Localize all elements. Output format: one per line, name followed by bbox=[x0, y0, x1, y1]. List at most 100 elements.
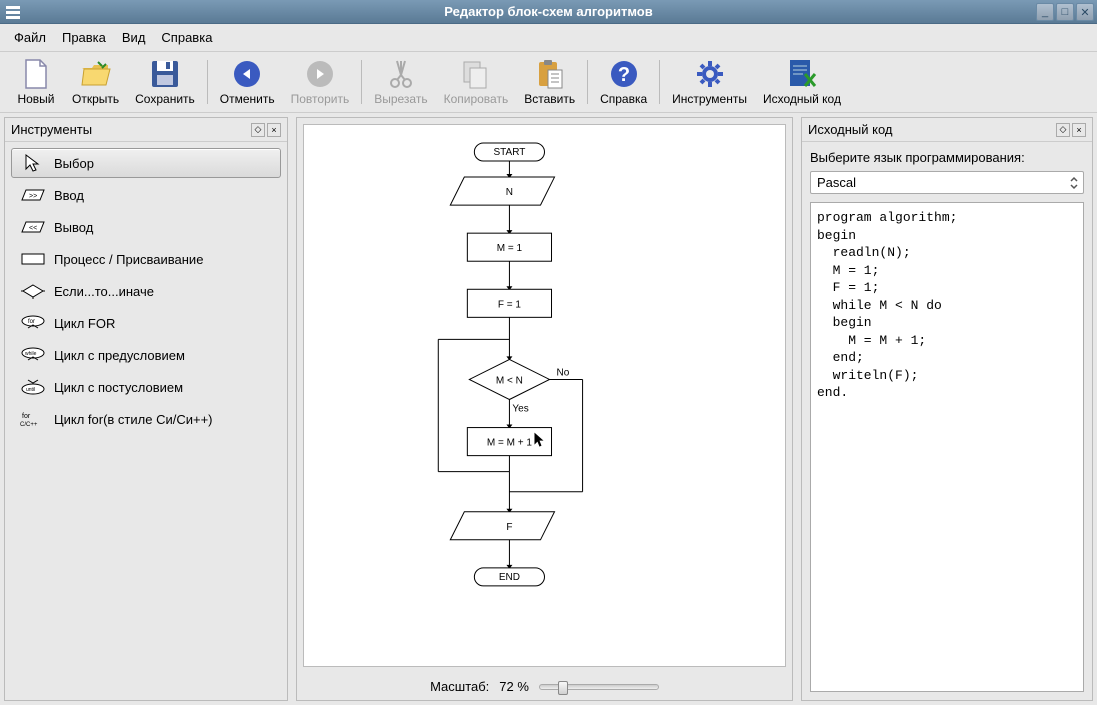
cut-button[interactable]: Вырезать bbox=[366, 56, 435, 108]
source-panel: Исходный код ◇ × Выберите язык программи… bbox=[801, 117, 1093, 701]
cursor-icon bbox=[20, 155, 46, 171]
gear-icon bbox=[694, 58, 726, 90]
toolbar-separator bbox=[659, 60, 660, 104]
zoom-value: 72 % bbox=[499, 679, 529, 694]
canvas-panel: START N M = 1 F = 1 M < N No Yes bbox=[296, 117, 793, 701]
tools-label: Инструменты bbox=[672, 92, 747, 106]
source-code-view[interactable]: program algorithm; begin readln(N); M = … bbox=[810, 202, 1084, 692]
new-label: Новый bbox=[17, 92, 54, 106]
svg-text:while: while bbox=[25, 351, 37, 357]
menubar: Файл Правка Вид Справка bbox=[0, 24, 1097, 52]
tool-input[interactable]: >> Ввод bbox=[11, 180, 281, 210]
window-title: Редактор блок-схем алгоритмов bbox=[444, 4, 652, 19]
svg-text:>>: >> bbox=[29, 193, 37, 200]
tool-while[interactable]: while Цикл с предусловием bbox=[11, 340, 281, 370]
undo-icon bbox=[231, 58, 263, 90]
scissors-icon bbox=[385, 58, 417, 90]
panel-detach-button[interactable]: ◇ bbox=[251, 123, 265, 137]
app-icon bbox=[4, 3, 22, 21]
panel-detach-button[interactable]: ◇ bbox=[1056, 123, 1070, 137]
redo-label: Повторить bbox=[291, 92, 350, 106]
menu-file[interactable]: Файл bbox=[8, 28, 52, 47]
paste-label: Вставить bbox=[524, 92, 575, 106]
tool-for[interactable]: for Цикл FOR bbox=[11, 308, 281, 338]
menu-view[interactable]: Вид bbox=[116, 28, 152, 47]
tool-ifelse[interactable]: Если...то...иначе bbox=[11, 276, 281, 306]
close-button[interactable]: ✕ bbox=[1076, 3, 1094, 21]
node-m1: M = 1 bbox=[497, 243, 523, 254]
lang-select[interactable]: Pascal bbox=[810, 171, 1084, 194]
parallelogram-in-icon: >> bbox=[20, 187, 46, 203]
toolbar: Новый Открыть Сохранить Отменить Повтори… bbox=[0, 52, 1097, 113]
label-no: No bbox=[557, 367, 570, 378]
tool-for-label: Цикл FOR bbox=[54, 316, 115, 331]
zoom-label: Масштаб: bbox=[430, 679, 489, 694]
node-end: END bbox=[499, 572, 520, 583]
tool-until[interactable]: until Цикл с постусловием bbox=[11, 372, 281, 402]
new-file-icon bbox=[20, 58, 52, 90]
tool-until-label: Цикл с постусловием bbox=[54, 380, 183, 395]
svg-text:until: until bbox=[26, 387, 35, 393]
open-folder-icon bbox=[80, 58, 112, 90]
tool-cfor[interactable]: for C/C++ Цикл for(в стиле Си/Си++) bbox=[11, 404, 281, 434]
tool-select-label: Выбор bbox=[54, 156, 94, 171]
toolbar-separator bbox=[587, 60, 588, 104]
parallelogram-out-icon: << bbox=[20, 219, 46, 235]
open-button[interactable]: Открыть bbox=[64, 56, 127, 108]
copy-label: Копировать bbox=[444, 92, 509, 106]
help-label: Справка bbox=[600, 92, 647, 106]
panel-close-button[interactable]: × bbox=[1072, 123, 1086, 137]
svg-text:?: ? bbox=[618, 64, 630, 86]
new-button[interactable]: Новый bbox=[8, 56, 64, 108]
undo-label: Отменить bbox=[220, 92, 275, 106]
source-button[interactable]: Исходный код bbox=[755, 56, 849, 108]
svg-text:C/C++: C/C++ bbox=[20, 422, 38, 428]
node-cond: M < N bbox=[496, 375, 523, 386]
maximize-button[interactable]: □ bbox=[1056, 3, 1074, 21]
panel-close-button[interactable]: × bbox=[267, 123, 281, 137]
copy-icon bbox=[460, 58, 492, 90]
source-label: Исходный код bbox=[763, 92, 841, 106]
menu-help[interactable]: Справка bbox=[155, 28, 218, 47]
svg-text:for: for bbox=[22, 413, 31, 420]
menu-edit[interactable]: Правка bbox=[56, 28, 112, 47]
lang-selected: Pascal bbox=[817, 175, 856, 190]
paste-button[interactable]: Вставить bbox=[516, 56, 583, 108]
source-panel-title: Исходный код bbox=[808, 122, 893, 137]
svg-text:<<: << bbox=[29, 225, 37, 232]
open-label: Открыть bbox=[72, 92, 119, 106]
node-mm1: M = M + 1 bbox=[487, 438, 533, 449]
tool-output[interactable]: << Вывод bbox=[11, 212, 281, 242]
paste-icon bbox=[534, 58, 566, 90]
tools-panel-title: Инструменты bbox=[11, 122, 92, 137]
tools-button[interactable]: Инструменты bbox=[664, 56, 755, 108]
tool-output-label: Вывод bbox=[54, 220, 93, 235]
help-button[interactable]: ? Справка bbox=[592, 56, 655, 108]
tools-panel-header: Инструменты ◇ × bbox=[5, 118, 287, 142]
redo-button[interactable]: Повторить bbox=[283, 56, 358, 108]
save-disk-icon bbox=[149, 58, 181, 90]
zoom-thumb[interactable] bbox=[558, 681, 568, 695]
undo-button[interactable]: Отменить bbox=[212, 56, 283, 108]
tool-process[interactable]: Процесс / Присваивание bbox=[11, 244, 281, 274]
cut-label: Вырезать bbox=[374, 92, 427, 106]
window-titlebar: Редактор блок-схем алгоритмов _ □ ✕ bbox=[0, 0, 1097, 24]
help-icon: ? bbox=[608, 58, 640, 90]
label-yes: Yes bbox=[512, 404, 528, 415]
lang-select-label: Выберите язык программирования: bbox=[810, 150, 1084, 165]
rectangle-icon bbox=[20, 251, 46, 267]
minimize-button[interactable]: _ bbox=[1036, 3, 1054, 21]
tool-process-label: Процесс / Присваивание bbox=[54, 252, 203, 267]
tool-input-label: Ввод bbox=[54, 188, 84, 203]
save-button[interactable]: Сохранить bbox=[127, 56, 203, 108]
tool-cfor-label: Цикл for(в стиле Си/Си++) bbox=[54, 412, 213, 427]
diamond-icon bbox=[20, 283, 46, 299]
for-loop-icon: for bbox=[20, 315, 46, 331]
zoom-slider[interactable] bbox=[539, 684, 659, 690]
node-f: F bbox=[506, 522, 512, 533]
save-label: Сохранить bbox=[135, 92, 195, 106]
copy-button[interactable]: Копировать bbox=[436, 56, 517, 108]
toolbar-separator bbox=[361, 60, 362, 104]
tool-select[interactable]: Выбор bbox=[11, 148, 281, 178]
flowchart-canvas[interactable]: START N M = 1 F = 1 M < N No Yes bbox=[303, 124, 786, 667]
